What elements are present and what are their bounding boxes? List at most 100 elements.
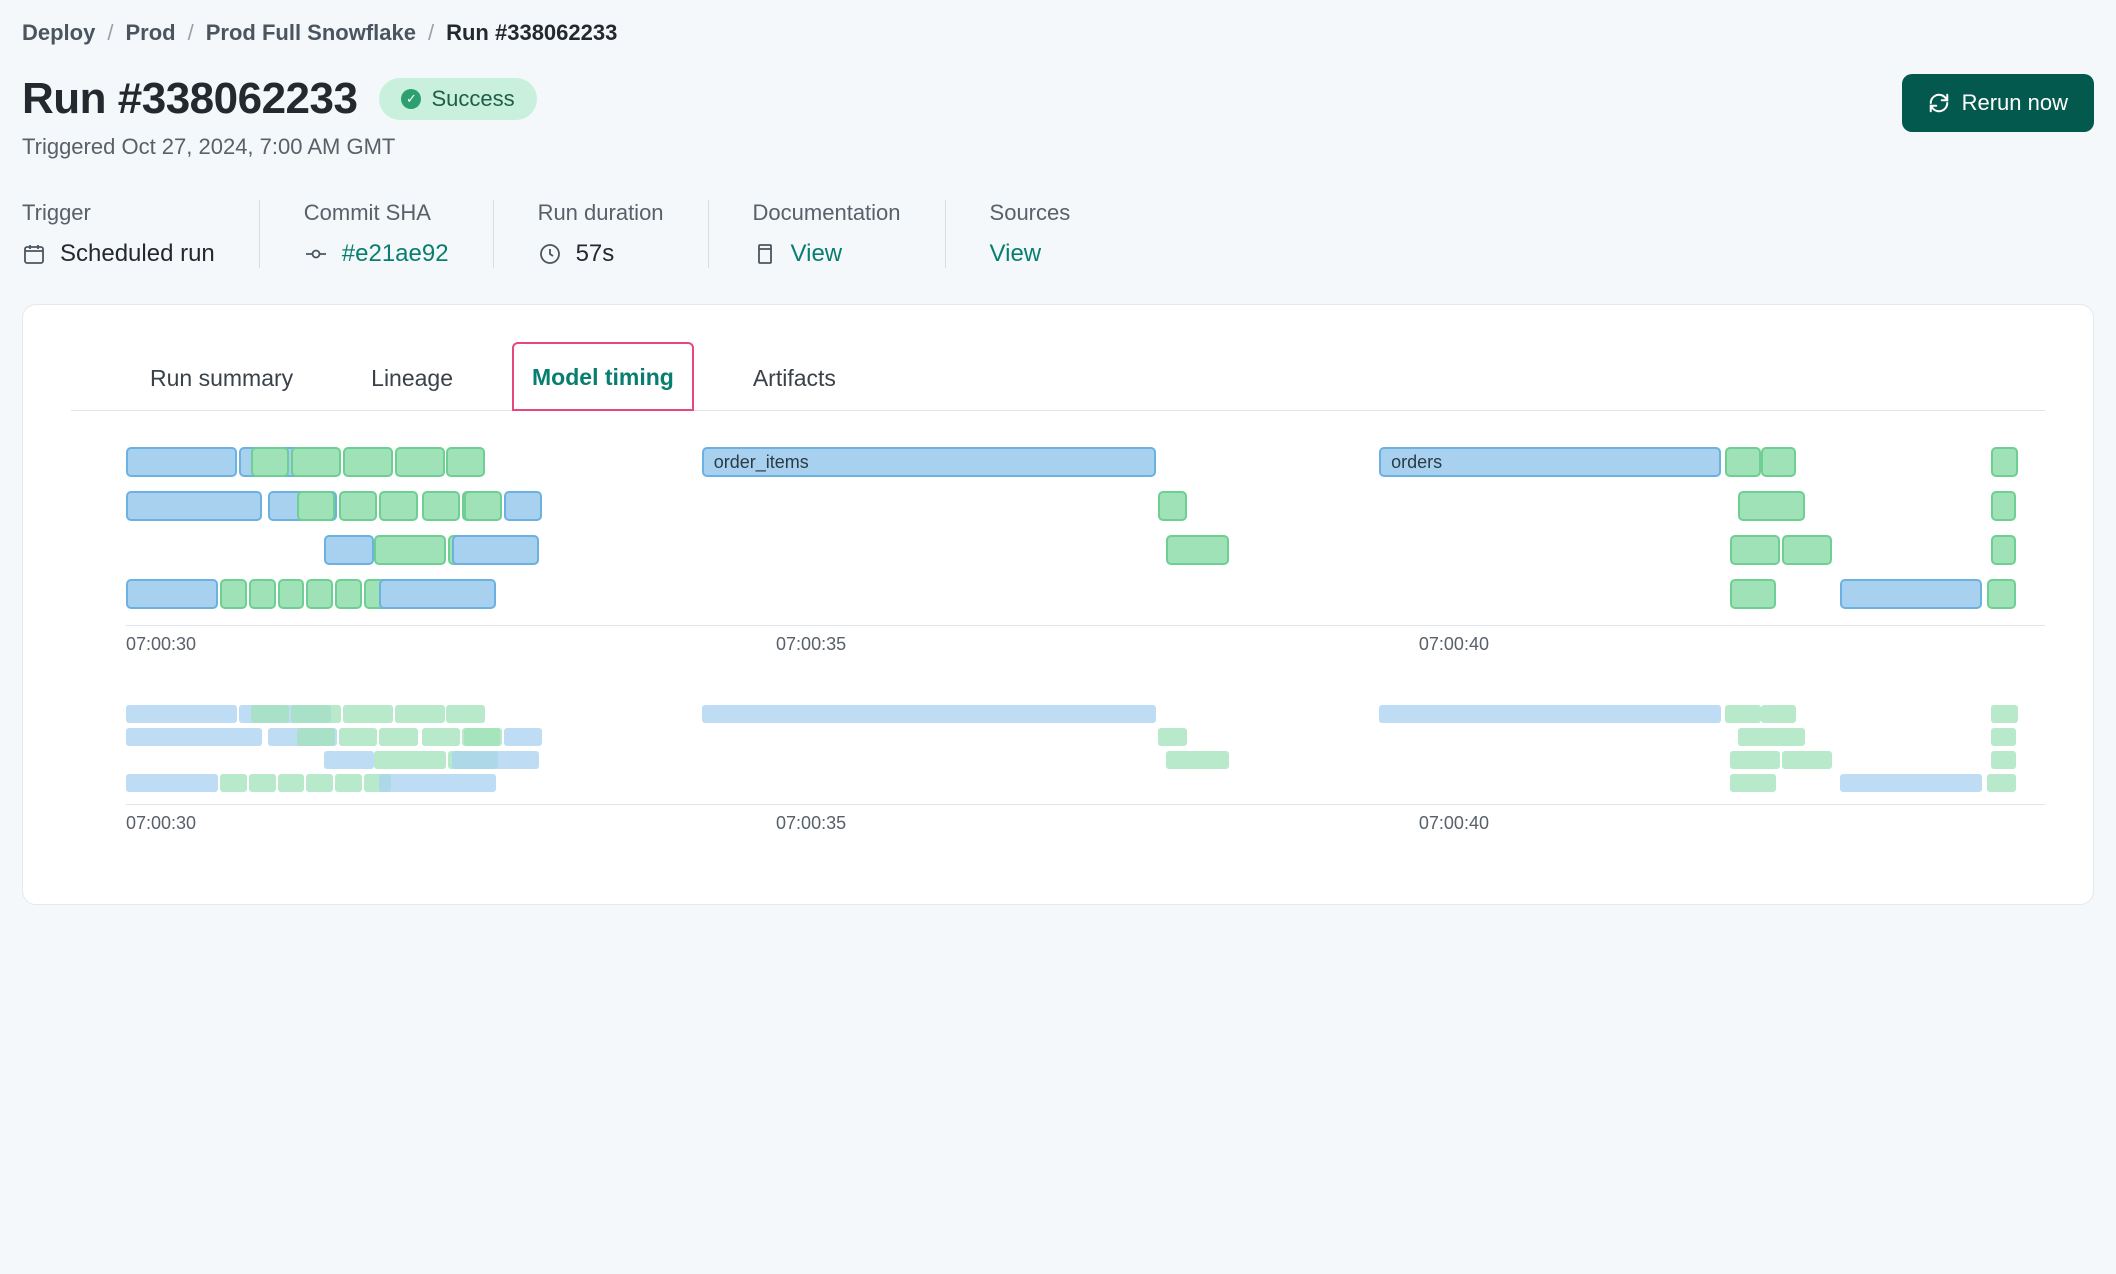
gantt-bar[interactable] <box>1738 728 1805 746</box>
gantt-bar[interactable] <box>504 491 542 521</box>
gantt-bar[interactable] <box>1782 535 1832 565</box>
gantt-row <box>126 491 2045 523</box>
gantt-bar[interactable] <box>249 579 276 609</box>
gantt-bar[interactable]: orders <box>1379 705 1721 723</box>
tab-lineage[interactable]: Lineage <box>352 344 472 411</box>
content-card: Run summary Lineage Model timing Artifac… <box>22 304 2094 905</box>
gantt-bar[interactable] <box>126 728 262 746</box>
gantt-bar[interactable] <box>126 491 262 521</box>
gantt-bar[interactable] <box>1761 705 1796 723</box>
gantt-bar[interactable] <box>395 705 445 723</box>
gantt-bar[interactable] <box>1730 751 1780 769</box>
gantt-bar[interactable] <box>1991 535 2016 565</box>
tab-model-timing[interactable]: Model timing <box>512 342 694 411</box>
gantt-bar[interactable] <box>395 447 445 477</box>
gantt-bar[interactable] <box>335 579 362 609</box>
gantt-bar[interactable] <box>1840 774 1982 792</box>
gantt-bar[interactable] <box>464 491 502 521</box>
gantt-bar[interactable] <box>1725 705 1761 723</box>
gantt-bar[interactable] <box>452 535 538 565</box>
gantt-bar[interactable] <box>220 774 247 792</box>
gantt-bar[interactable] <box>1991 491 2016 521</box>
gantt-bar[interactable] <box>297 728 335 746</box>
gantt-bar[interactable] <box>1991 705 2018 723</box>
gantt-bar[interactable] <box>126 705 237 723</box>
gantt-bar[interactable]: order_items <box>702 447 1157 477</box>
gantt-bar[interactable] <box>464 728 502 746</box>
gantt-bar[interactable] <box>251 705 289 723</box>
gantt-bar[interactable] <box>422 491 460 521</box>
breadcrumb-item[interactable]: Prod <box>125 20 175 46</box>
axis-tick: 07:00:30 <box>126 634 196 655</box>
gantt-bar[interactable] <box>291 705 341 723</box>
breadcrumb-item[interactable]: Prod Full Snowflake <box>206 20 416 46</box>
gantt-bar[interactable] <box>278 774 305 792</box>
gantt-bar[interactable] <box>297 491 335 521</box>
gantt-bar[interactable] <box>379 491 417 521</box>
minimap-chart[interactable]: order_itemsorders 07:00:3007:00:3507:00:… <box>71 705 2045 834</box>
gantt-bar[interactable] <box>1987 579 2016 609</box>
gantt-bar[interactable] <box>1166 535 1229 565</box>
gantt-bar[interactable] <box>504 728 542 746</box>
gantt-bar[interactable] <box>306 774 333 792</box>
gantt-bar[interactable] <box>343 705 393 723</box>
gantt-bar[interactable] <box>1738 491 1805 521</box>
gantt-row: order_items orders <box>126 705 2045 725</box>
gantt-bar[interactable] <box>249 774 276 792</box>
tab-artifacts[interactable]: Artifacts <box>734 344 855 411</box>
gantt-bar[interactable] <box>1730 774 1776 792</box>
gantt-bar[interactable]: order_items <box>702 705 1157 723</box>
gantt-bar[interactable] <box>1991 728 2016 746</box>
axis-tick: 07:00:30 <box>126 813 196 834</box>
sources-label: Sources <box>990 200 1071 226</box>
gantt-bar[interactable] <box>379 774 496 792</box>
documentation-link[interactable]: View <box>753 240 901 268</box>
gantt-bar[interactable] <box>1991 751 2016 769</box>
gantt-bar[interactable]: orders <box>1379 447 1721 477</box>
axis-tick: 07:00:40 <box>1419 634 1489 655</box>
gantt-bar[interactable] <box>335 774 362 792</box>
gantt-bar[interactable] <box>324 751 374 769</box>
gantt-bar[interactable] <box>291 447 341 477</box>
gantt-bar[interactable] <box>278 579 305 609</box>
gantt-bar[interactable] <box>1761 447 1796 477</box>
gantt-bar[interactable] <box>339 728 377 746</box>
tab-run-summary[interactable]: Run summary <box>131 344 312 411</box>
gantt-bar[interactable] <box>324 535 374 565</box>
axis-tick: 07:00:40 <box>1419 813 1489 834</box>
gantt-bar[interactable] <box>126 447 237 477</box>
gantt-bar[interactable] <box>343 447 393 477</box>
commit-link[interactable]: #e21ae92 <box>304 240 449 268</box>
gantt-bar[interactable] <box>1725 447 1761 477</box>
sources-link[interactable]: View <box>990 240 1071 268</box>
commit-icon <box>304 242 328 266</box>
gantt-bar[interactable] <box>1987 774 2016 792</box>
gantt-bar[interactable] <box>1158 728 1187 746</box>
gantt-bar[interactable] <box>1730 579 1776 609</box>
gantt-bar[interactable] <box>379 728 417 746</box>
gantt-bar[interactable] <box>126 579 218 609</box>
breadcrumb-item[interactable]: Deploy <box>22 20 95 46</box>
gantt-bar[interactable] <box>379 579 496 609</box>
gantt-bar[interactable] <box>306 579 333 609</box>
gantt-bar[interactable] <box>251 447 289 477</box>
gantt-bar[interactable] <box>1730 535 1780 565</box>
gantt-bar[interactable] <box>446 705 484 723</box>
gantt-bar[interactable] <box>374 751 447 769</box>
gantt-bar[interactable] <box>452 751 538 769</box>
gantt-bar[interactable] <box>1991 447 2018 477</box>
gantt-bar[interactable] <box>220 579 247 609</box>
status-text: Success <box>431 86 514 112</box>
gantt-bar[interactable] <box>126 774 218 792</box>
gantt-bar[interactable] <box>422 728 460 746</box>
gantt-bar[interactable] <box>1166 751 1229 769</box>
page-title: Run #338062233 <box>22 74 357 124</box>
gantt-bar[interactable] <box>1782 751 1832 769</box>
gantt-bar[interactable] <box>339 491 377 521</box>
rerun-button[interactable]: Rerun now <box>1902 74 2094 132</box>
gantt-bar[interactable] <box>1840 579 1982 609</box>
gantt-bar[interactable] <box>1158 491 1187 521</box>
gantt-bar[interactable] <box>374 535 447 565</box>
gantt-bar[interactable] <box>446 447 484 477</box>
model-timing-chart[interactable]: order_itemsorders 07:00:3007:00:3507:00:… <box>71 447 2045 655</box>
